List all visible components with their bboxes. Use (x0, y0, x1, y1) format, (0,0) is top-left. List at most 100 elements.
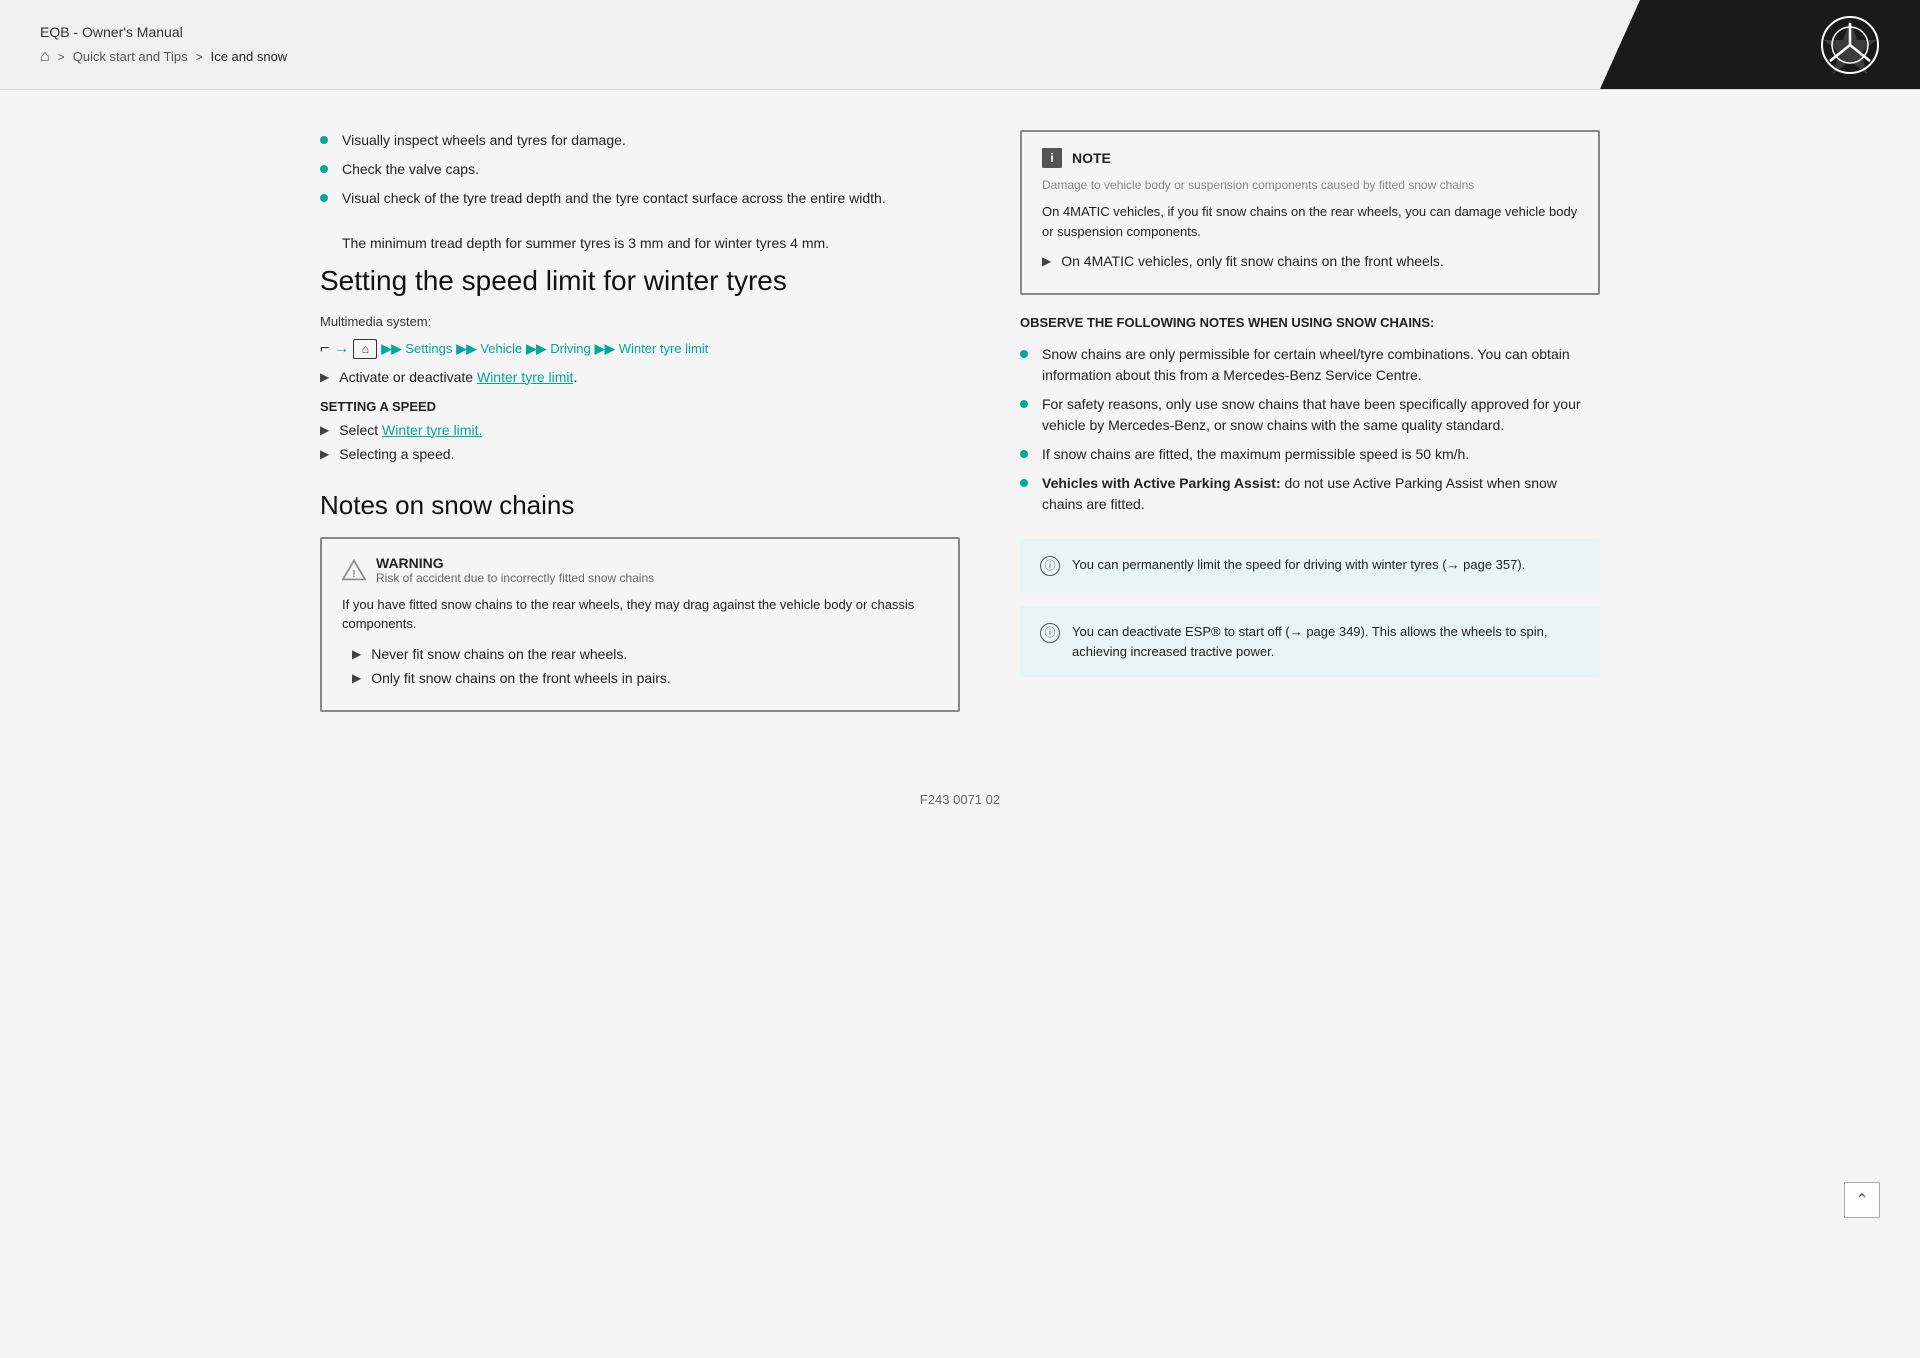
bullet-dot (320, 194, 328, 202)
warning-header: ! WARNING Risk of accident due to incorr… (342, 555, 938, 585)
note-body: On 4MATIC vehicles, if you fit snow chai… (1042, 202, 1578, 241)
note-bullet-text: On 4MATIC vehicles, only fit snow chains… (1061, 253, 1444, 269)
bullet-text: Check the valve caps. (342, 159, 479, 180)
footer: F243 0071 02 (0, 772, 1920, 827)
warning-bullets: ▶ Never fit snow chains on the rear whee… (352, 646, 938, 686)
warning-bullet1-text: Never fit snow chains on the rear wheels… (371, 646, 627, 662)
bullet-dot (320, 136, 328, 144)
warning-bullet2: ▶ Only fit snow chains on the front whee… (352, 670, 938, 686)
footer-code: F243 0071 02 (920, 792, 1000, 807)
section1-heading: Setting the speed limit for winter tyres (320, 264, 960, 298)
list-item: If snow chains are fitted, the maximum p… (1020, 444, 1600, 465)
observe-bullet3-text: If snow chains are fitted, the maximum p… (1042, 444, 1469, 465)
sub-text: The minimum tread depth for summer tyres… (342, 233, 960, 254)
select-text: Select Winter tyre limit. (339, 422, 482, 438)
double-arrow4: ▶▶ (595, 341, 615, 357)
header: EQB - Owner's Manual ⌂ > Quick start and… (0, 0, 1920, 90)
list-item: For safety reasons, only use snow chains… (1020, 394, 1600, 436)
note-box: i NOTE Damage to vehicle body or suspens… (1020, 130, 1600, 295)
scroll-top-button[interactable]: ⌃ (1844, 1182, 1880, 1218)
observe-bullet4-text: Vehicles with Active Parking Assist: do … (1042, 473, 1600, 515)
select-winter-link[interactable]: Winter tyre limit. (382, 422, 482, 438)
arrow-icon: ▶ (1042, 254, 1051, 268)
winter-tyre-limit-link[interactable]: Winter tyre limit (619, 341, 709, 356)
activate-bullet: ▶ Activate or deactivate Winter tyre lim… (320, 369, 960, 385)
home-nav-icon[interactable] (353, 339, 377, 359)
arrow-icon: ▶ (320, 423, 329, 437)
home-icon[interactable]: ⌂ (40, 48, 50, 66)
multimedia-label: Multimedia system: (320, 314, 960, 329)
bullet-dot (320, 165, 328, 173)
info-circle-icon: ⓘ (1040, 623, 1060, 643)
observe-heading: OBSERVE THE FOLLOWING NOTES WHEN USING S… (1020, 315, 1600, 330)
winter-limit-link[interactable]: Winter tyre limit (477, 369, 573, 385)
bullet-text: Visually inspect wheels and tyres for da… (342, 130, 626, 151)
driving-link[interactable]: Driving (550, 341, 590, 356)
list-item: Visually inspect wheels and tyres for da… (320, 130, 960, 151)
breadcrumb-current: Ice and snow (211, 49, 288, 64)
header-logo-area (1600, 0, 1920, 89)
warning-body: If you have fitted snow chains to the re… (342, 595, 938, 634)
observe-bullet4-bold: Vehicles with Active Parking Assist: (1042, 475, 1281, 491)
arrow-icon: ▶ (352, 647, 361, 661)
observe-bullet-list: Snow chains are only permissible for cer… (1020, 344, 1600, 515)
select-bullet: ▶ Select Winter tyre limit. (320, 422, 960, 438)
warning-title-area: WARNING Risk of accident due to incorrec… (376, 555, 654, 585)
breadcrumb-sep1: > (58, 50, 65, 64)
list-item: Snow chains are only permissible for cer… (1020, 344, 1600, 386)
list-item: Check the valve caps. (320, 159, 960, 180)
arrow-icon: ▶ (320, 370, 329, 384)
list-item: Visual check of the tyre tread depth and… (320, 188, 960, 209)
nav-turn-symbol: ⌐ (320, 340, 329, 358)
warning-subtitle: Risk of accident due to incorrectly fitt… (376, 571, 654, 585)
arrow-icon: ▶ (320, 447, 329, 461)
observe-bullet2-text: For safety reasons, only use snow chains… (1042, 394, 1600, 436)
list-item: Vehicles with Active Parking Assist: do … (1020, 473, 1600, 515)
vehicle-link[interactable]: Vehicle (480, 341, 522, 356)
breadcrumb: ⌂ > Quick start and Tips > Ice and snow (40, 48, 1560, 66)
settings-link[interactable]: Settings (405, 341, 452, 356)
info-box1-text: You can permanently limit the speed for … (1072, 555, 1525, 575)
info-box2-text: You can deactivate ESP® to start off (→ … (1072, 622, 1580, 661)
double-arrow3: ▶▶ (526, 341, 546, 357)
setting-speed-heading: SETTING A SPEED (320, 399, 960, 414)
bullet-text: Visual check of the tyre tread depth and… (342, 188, 886, 209)
arrow-icon: ▶ (352, 671, 361, 685)
warning-triangle-icon: ! (342, 558, 366, 582)
double-arrow1: ▶▶ (381, 341, 401, 357)
selecting-speed-bullet: ▶ Selecting a speed. (320, 446, 960, 462)
mercedes-logo (1820, 15, 1880, 75)
warning-bullet2-text: Only fit snow chains on the front wheels… (371, 670, 671, 686)
warning-title: WARNING (376, 555, 654, 571)
breadcrumb-item1[interactable]: Quick start and Tips (73, 49, 188, 64)
note-icon: i (1042, 148, 1062, 168)
nav-arrow1: → (333, 340, 349, 358)
nav-path: ⌐ → ▶▶ Settings ▶▶ Vehicle ▶▶ Driving ▶▶… (320, 339, 960, 359)
note-subtitle: Damage to vehicle body or suspension com… (1042, 178, 1578, 192)
right-column: i NOTE Damage to vehicle body or suspens… (1020, 130, 1600, 732)
warning-bullet1: ▶ Never fit snow chains on the rear whee… (352, 646, 938, 662)
note-header: i NOTE (1042, 148, 1578, 168)
info-circle-icon: ⓘ (1040, 556, 1060, 576)
info-box2: ⓘ You can deactivate ESP® to start off (… (1020, 606, 1600, 677)
note-title: NOTE (1072, 150, 1111, 166)
main-content: Visually inspect wheels and tyres for da… (260, 90, 1660, 772)
bullet-dot (1020, 400, 1028, 408)
observe-bullet1-text: Snow chains are only permissible for cer… (1042, 344, 1600, 386)
activate-text: Activate or deactivate Winter tyre limit… (339, 369, 577, 385)
info-box1: ⓘ You can permanently limit the speed fo… (1020, 539, 1600, 592)
header-left: EQB - Owner's Manual ⌂ > Quick start and… (0, 0, 1600, 89)
warning-box: ! WARNING Risk of accident due to incorr… (320, 537, 960, 712)
double-arrow2: ▶▶ (456, 341, 476, 357)
selecting-speed-text: Selecting a speed. (339, 446, 454, 462)
manual-title: EQB - Owner's Manual (40, 24, 1560, 40)
svg-text:!: ! (352, 568, 355, 579)
bullet-dot (1020, 450, 1028, 458)
intro-bullet-list: Visually inspect wheels and tyres for da… (320, 130, 960, 209)
section2-heading: Notes on snow chains (320, 490, 960, 521)
bullet-dot (1020, 350, 1028, 358)
left-column: Visually inspect wheels and tyres for da… (320, 130, 1020, 732)
breadcrumb-sep2: > (196, 50, 203, 64)
bullet-dot (1020, 479, 1028, 487)
note-bullet: ▶ On 4MATIC vehicles, only fit snow chai… (1042, 253, 1578, 269)
